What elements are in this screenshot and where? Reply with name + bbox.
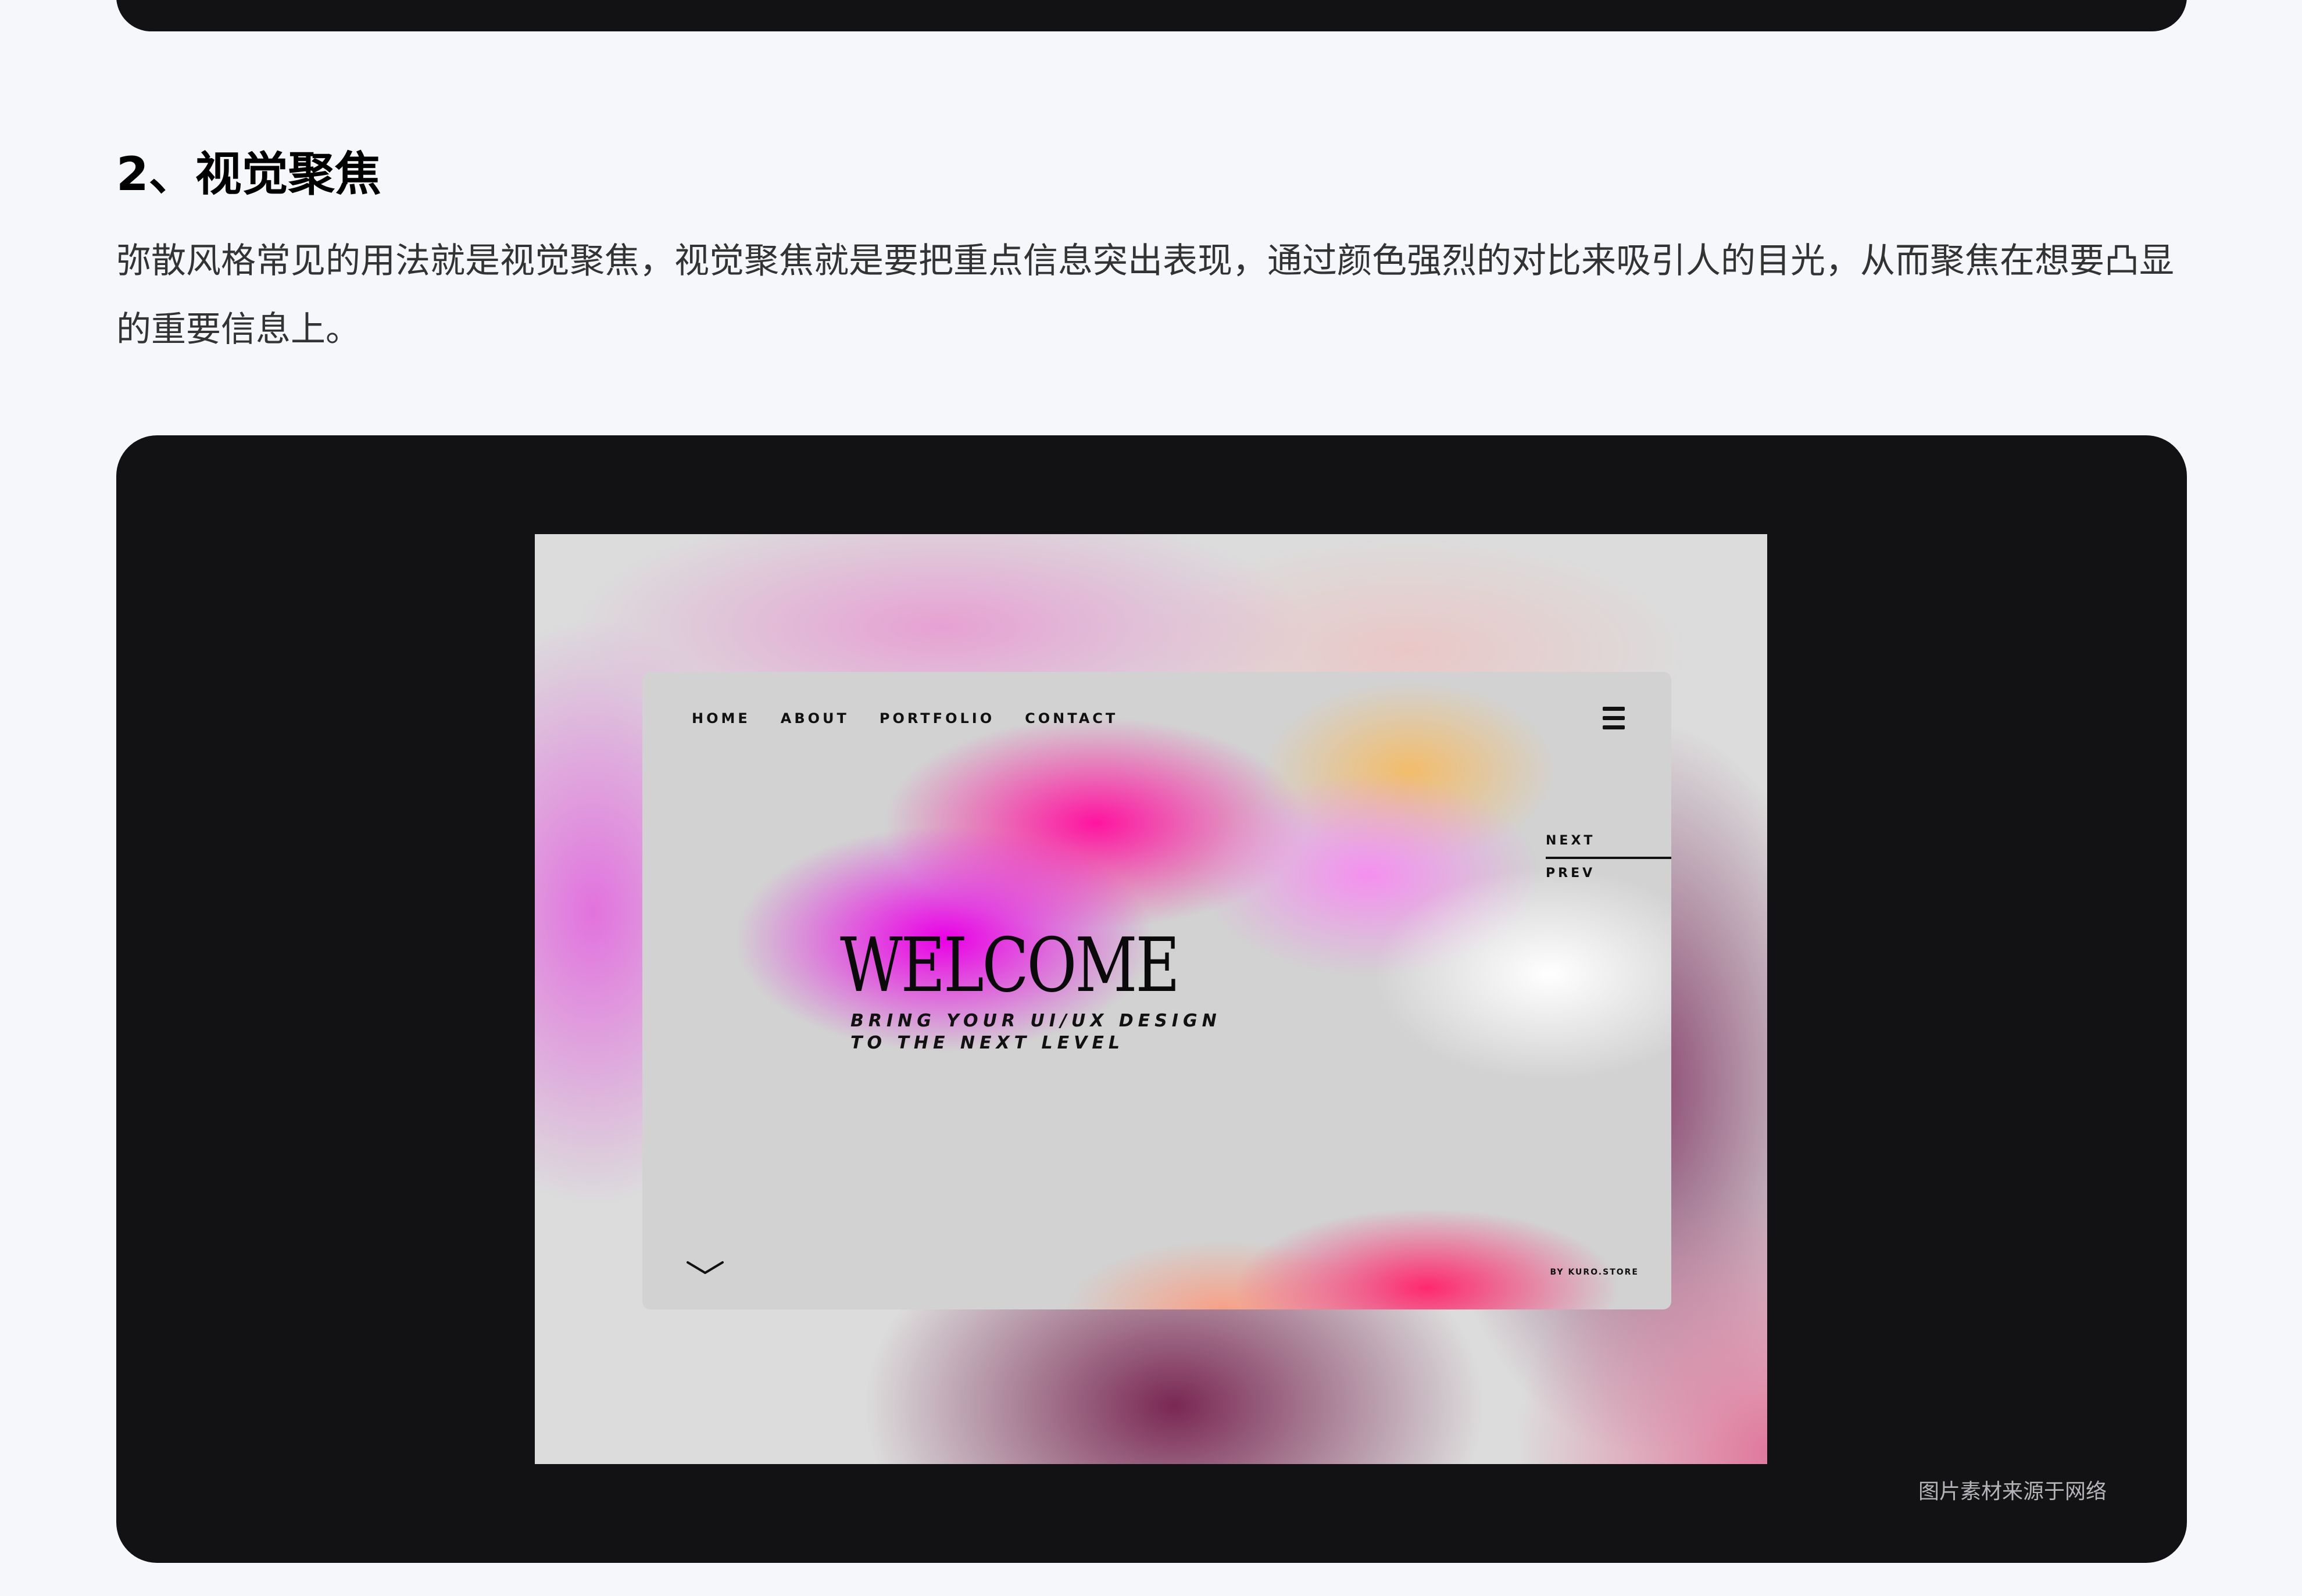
next-prev-divider <box>1546 857 1671 859</box>
credit-text: BY KURO.STORE <box>1550 1268 1639 1277</box>
mockup-nav: HOME ABOUT PORTFOLIO CONTACT <box>692 710 1118 727</box>
nav-item-about[interactable]: ABOUT <box>781 710 849 727</box>
nav-item-home[interactable]: HOME <box>692 710 750 727</box>
showcase-image: HOME ABOUT PORTFOLIO CONTACT NEXT PREV W… <box>535 534 1767 1464</box>
nav-item-portfolio[interactable]: PORTFOLIO <box>880 710 995 727</box>
hamburger-icon[interactable] <box>1603 707 1625 730</box>
next-link[interactable]: NEXT <box>1546 833 1595 848</box>
image-panel: HOME ABOUT PORTFOLIO CONTACT NEXT PREV W… <box>116 435 2187 1563</box>
website-mockup: HOME ABOUT PORTFOLIO CONTACT NEXT PREV W… <box>642 672 1671 1309</box>
chevron-down-icon[interactable] <box>687 1259 724 1276</box>
nav-item-contact[interactable]: CONTACT <box>1025 710 1118 727</box>
previous-image-panel <box>116 0 2187 31</box>
welcome-title: WELCOME <box>840 922 1180 1009</box>
image-caption: 图片素材来源于网络 <box>1918 1480 2107 1504</box>
section-paragraph: 弥散风格常见的用法就是视觉聚焦，视觉聚焦就是要把重点信息突出表现，通过颜色强烈的… <box>116 241 2174 350</box>
tagline-line-2: TO THE NEXT LEVEL <box>850 1033 1124 1053</box>
tagline: BRING YOUR UI/UX DESIGN TO THE NEXT LEVE… <box>850 1010 1221 1054</box>
section-heading: 2、视觉聚焦 <box>116 147 381 201</box>
tagline-line-1: BRING YOUR UI/UX DESIGN <box>850 1011 1221 1031</box>
prev-link[interactable]: PREV <box>1546 866 1595 881</box>
